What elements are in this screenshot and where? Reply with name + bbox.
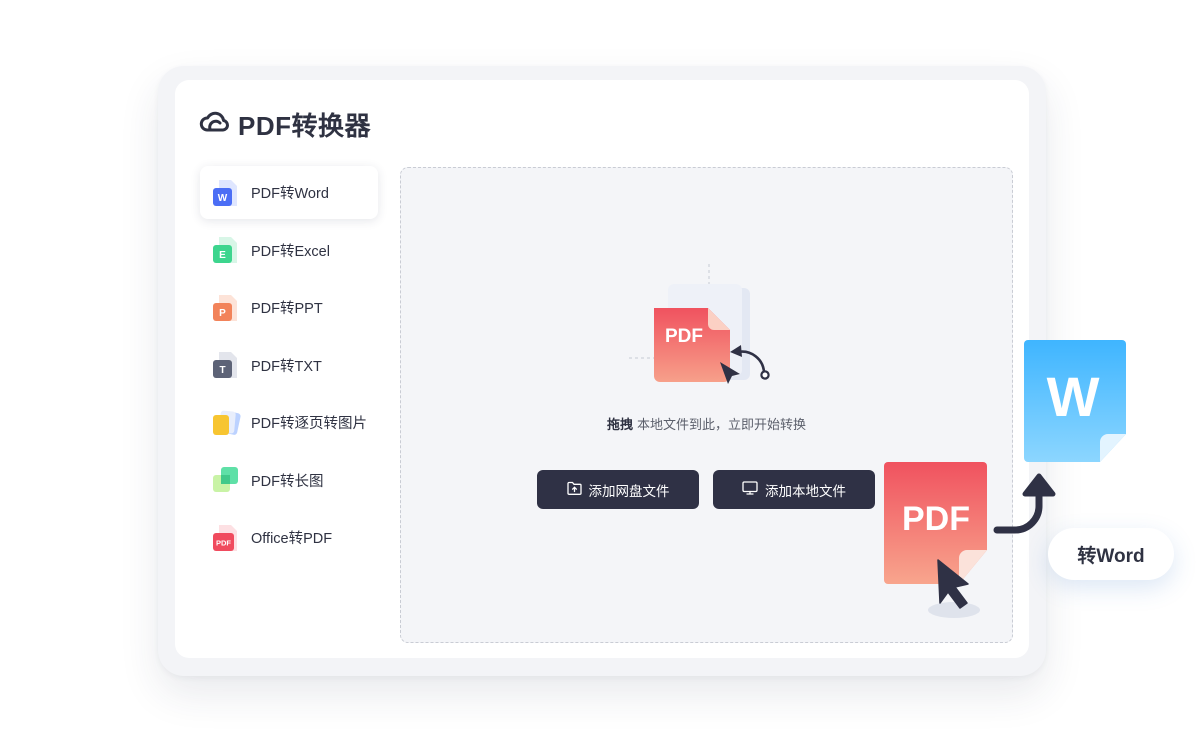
app-header: PDF转换器 — [198, 106, 371, 142]
pdf-file-icon: PDF — [213, 524, 237, 551]
word-file-icon: W — [213, 179, 237, 206]
convert-arrow-icon — [993, 473, 1056, 534]
txt-file-icon: T — [213, 352, 237, 378]
sidebar-item-pdf-to-long-image[interactable]: PDF转长图 — [200, 454, 378, 507]
add-local-file-label: 添加本地文件 — [765, 483, 846, 499]
drop-hint-text: 本地文件到此，立即开始转换 — [637, 417, 807, 432]
svg-text:E: E — [219, 250, 226, 261]
svg-text:PDF: PDF — [216, 538, 231, 547]
drop-hint: 拖拽 本地文件到此，立即开始转换 — [400, 414, 1013, 433]
sidebar-item-label: PDF转TXT — [251, 358, 322, 375]
svg-text:W: W — [218, 193, 228, 204]
to-word-badge: 转Word — [1048, 528, 1174, 580]
illustration-pdf-label: PDF — [665, 326, 703, 347]
folder-upload-icon — [566, 481, 582, 498]
sidebar-item-pdf-to-ppt[interactable]: P PDF转PPT — [200, 281, 378, 334]
add-cloud-file-button[interactable]: 添加网盘文件 — [537, 470, 699, 509]
sidebar-item-label: Office转PDF — [251, 531, 333, 547]
monitor-icon — [742, 481, 758, 498]
app-title: PDF转换器 — [238, 110, 372, 141]
sidebar-item-label: PDF转长图 — [251, 473, 324, 490]
pdf-drop-illustration: PDF — [629, 264, 770, 384]
word-card-illustration: W — [1024, 340, 1126, 462]
sidebar: W PDF转Word E PDF转Excel P PDF转PPT T PDF转T… — [200, 166, 378, 569]
sidebar-item-pdf-to-excel[interactable]: E PDF转Excel — [200, 224, 378, 277]
ppt-file-icon: P — [213, 294, 237, 321]
pdf-card-label: PDF — [902, 500, 970, 538]
add-local-file-button[interactable]: 添加本地文件 — [713, 470, 875, 509]
svg-text:T: T — [219, 365, 225, 376]
sidebar-item-label: PDF转Excel — [251, 243, 330, 260]
sidebar-item-label: PDF转逐页转图片 — [251, 416, 367, 432]
drop-hint-strong: 拖拽 — [606, 417, 633, 432]
sidebar-item-label: PDF转PPT — [251, 301, 323, 317]
word-card-letter: W — [1047, 365, 1100, 428]
excel-file-icon: E — [213, 237, 237, 263]
sidebar-item-office-to-pdf[interactable]: PDF Office转PDF — [200, 511, 378, 564]
sidebar-item-pdf-to-txt[interactable]: T PDF转TXT — [200, 339, 378, 392]
add-cloud-file-label: 添加网盘文件 — [588, 483, 670, 499]
pdf-card-illustration: PDF — [884, 462, 987, 618]
sidebar-item-pdf-to-page-images[interactable]: PDF转逐页转图片 — [200, 396, 378, 449]
sidebar-item-label: PDF转Word — [251, 186, 329, 202]
image-pages-icon — [213, 410, 241, 436]
cloud-icon — [198, 108, 230, 141]
sidebar-item-pdf-to-word[interactable]: W PDF转Word — [200, 166, 378, 219]
long-image-icon — [213, 467, 238, 493]
svg-text:P: P — [219, 308, 226, 319]
